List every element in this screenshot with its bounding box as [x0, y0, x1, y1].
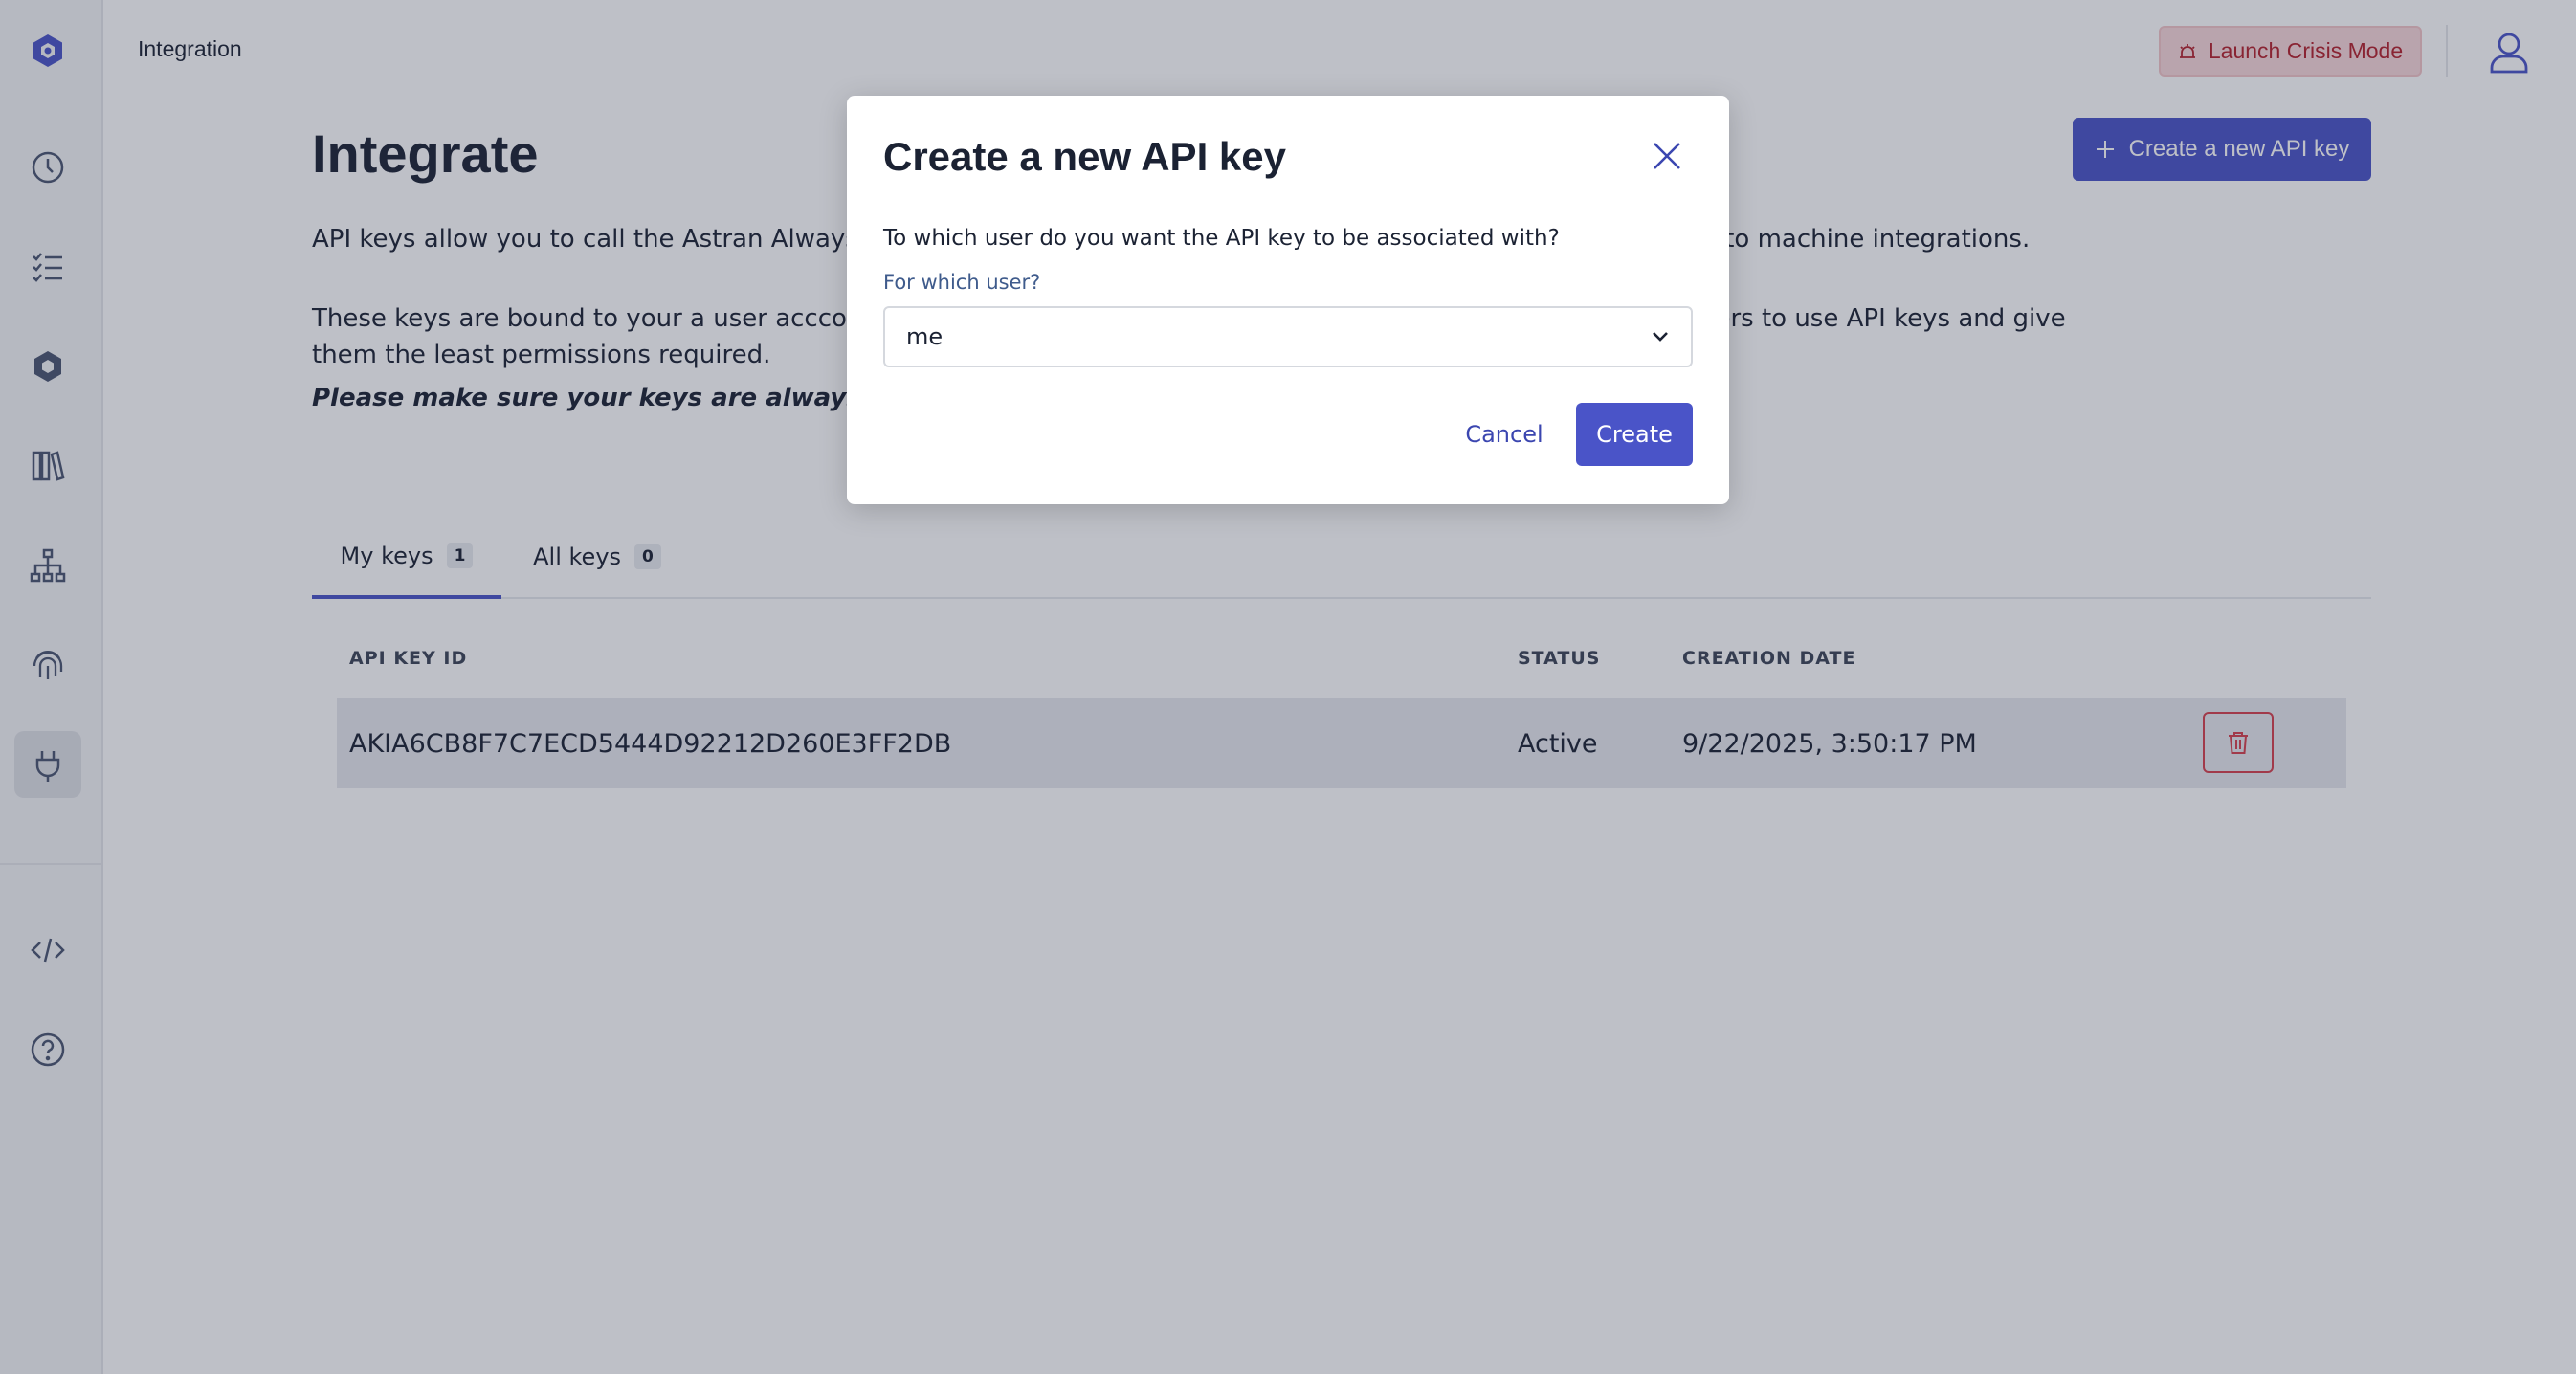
chevron-down-icon — [1653, 332, 1668, 342]
dialog-question: To which user do you want the API key to… — [883, 226, 1560, 251]
app-root: Integration Launch Crisis Mode Integrate… — [0, 0, 2576, 1374]
create-button[interactable]: Create — [1576, 403, 1693, 466]
dialog-title: Create a new API key — [883, 134, 1286, 179]
close-icon[interactable] — [1649, 138, 1685, 174]
user-select-value: me — [906, 323, 944, 350]
user-field-label: For which user? — [883, 271, 1041, 294]
create-api-key-dialog: Create a new API key To which user do yo… — [847, 96, 1729, 504]
user-select[interactable]: me — [883, 306, 1693, 367]
cancel-button[interactable]: Cancel — [1452, 403, 1557, 466]
